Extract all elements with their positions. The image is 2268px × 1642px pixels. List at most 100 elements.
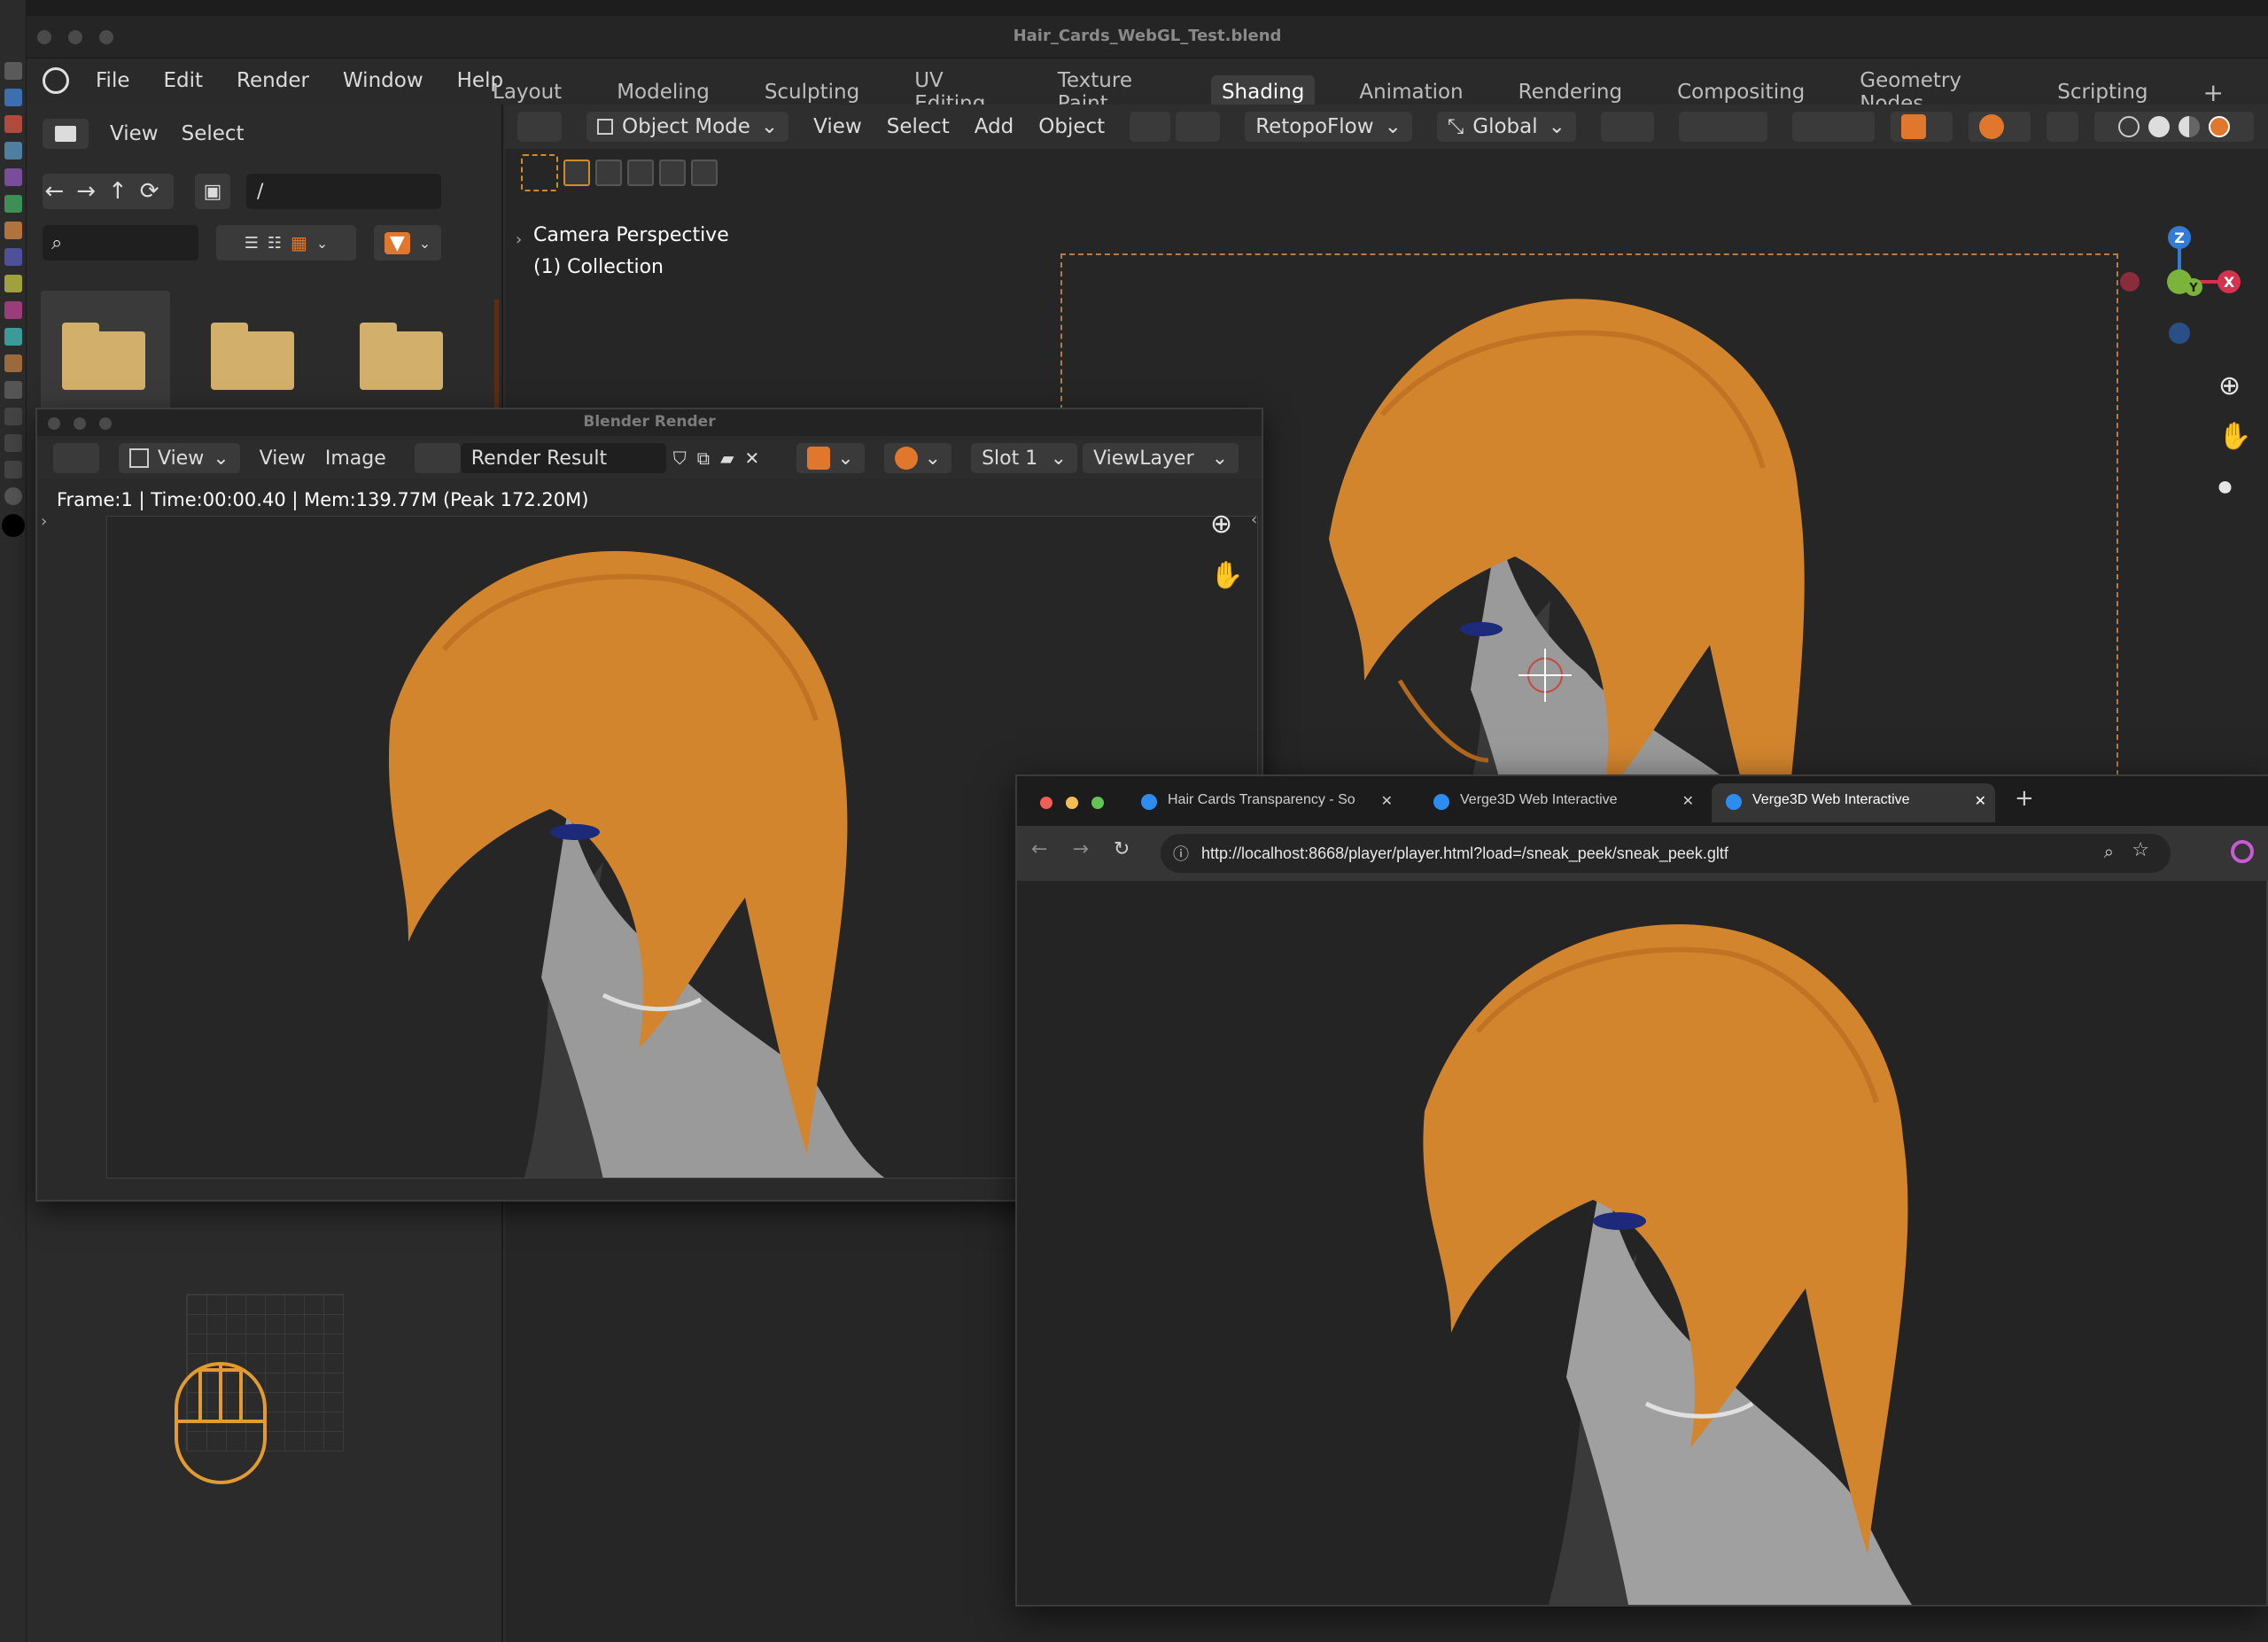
open-folder-icon[interactable]: ▰ [720,447,734,469]
rendered-shading-icon[interactable] [2209,116,2230,137]
rw-menu-view[interactable]: View [260,447,306,470]
close-tab-icon[interactable]: ✕ [1975,792,1986,810]
vp-menu-view[interactable]: View [813,115,862,138]
text-tool-icon[interactable] [4,434,22,452]
inflate-tool-icon[interactable] [4,328,22,346]
blender-logo-icon[interactable] [43,67,69,94]
close-icon[interactable]: ✕ [744,447,759,469]
menu-render[interactable]: Render [237,69,309,92]
browser-tab-active[interactable]: Verge3D Web Interactive ✕ [1712,783,1995,822]
filter-button[interactable]: ▼ ⌄ [374,225,441,261]
forward-arrow-icon[interactable]: → [1072,838,1088,860]
vp-menu-select[interactable]: Select [887,115,950,138]
browser-tab[interactable]: Verge3D Web Interactive ✕ [1419,783,1703,822]
mode-dropdown[interactable]: Object Mode ⌄ [586,112,789,142]
select-extend-icon[interactable] [595,160,622,186]
brush-tool-icon[interactable] [4,115,22,133]
forward-arrow-icon[interactable]: → [76,178,108,205]
folder-icon[interactable] [62,323,145,390]
pan-hand-icon[interactable]: ✋ [2218,421,2251,452]
image-name-field[interactable]: Render Result [460,443,666,473]
verge3d-canvas[interactable] [1017,881,2266,1605]
zoom-icon[interactable]: ⊕ [1210,509,1232,540]
camera-view-icon[interactable]: ⏺ [2218,471,2251,502]
pinch-tool-icon[interactable] [4,354,22,372]
folder-icon[interactable] [211,323,294,390]
gizmo-toggle[interactable] [1891,112,1953,142]
hand-tool-icon[interactable] [4,62,22,80]
paint-tool-icon[interactable] [4,168,22,186]
menu-edit[interactable]: Edit [164,69,204,92]
viewport-editor-type-dropdown[interactable] [517,112,562,142]
fb-menu-view[interactable]: View [110,122,159,145]
overlay-toggle[interactable]: ⌄ [883,443,952,473]
new-folder-icon[interactable]: ▣ [195,174,230,209]
folder-icon[interactable] [360,323,443,390]
select-intersect-icon[interactable] [691,160,718,186]
snapping-toggle[interactable] [1678,112,1767,142]
chevron-down-icon[interactable]: ⌄ [316,235,328,252]
fb-search-input[interactable]: ⌕ [43,225,198,261]
list-view-icon[interactable]: ☰ [245,234,259,253]
solid-shading-icon[interactable] [2148,116,2170,137]
select-invert-icon[interactable] [659,160,686,186]
close-tab-icon[interactable]: ✕ [1381,792,1393,810]
overlay-toggle[interactable] [1969,112,2031,142]
xray-toggle[interactable] [2047,112,2078,142]
close-window-button[interactable] [1040,797,1052,809]
zoom-window-button[interactable] [1091,797,1105,809]
back-arrow-icon[interactable]: ← [1031,838,1047,860]
snap-dropdown[interactable] [1130,112,1171,142]
chevron-right-icon[interactable]: › [516,230,522,249]
material-shading-icon[interactable] [2179,116,2200,137]
slot-dropdown[interactable]: Slot 1 ⌄ [971,443,1078,473]
path-field[interactable]: / [246,174,441,209]
chevron-right-icon[interactable]: › [41,512,47,531]
gizmo-toggle[interactable]: ⌄ [796,443,865,473]
thumbnail-view-icon[interactable]: ▦ [291,232,307,253]
bookmark-star-icon[interactable]: ☆ [2132,839,2149,861]
wireframe-shading-icon[interactable] [2118,116,2140,137]
mask-tool-icon[interactable] [4,301,22,319]
pan-hand-icon[interactable]: ✋ [1210,560,1243,591]
cursor-tool-icon[interactable] [4,89,22,106]
proportional-dropdown[interactable] [1176,112,1221,142]
select-subtract-icon[interactable] [627,160,654,186]
search-tool-icon[interactable] [4,487,22,505]
browser-tab[interactable]: Hair Cards Transparency - So ✕ [1127,783,1402,822]
detail-view-icon[interactable]: ☷ [268,234,282,253]
navigation-gizmo[interactable]: Z X Y [2117,220,2250,353]
select-tool-icon[interactable] [4,381,22,399]
vp-menu-add[interactable]: Add [975,115,1014,138]
pivot-dropdown[interactable] [1600,112,1654,142]
view-mode-dropdown[interactable]: View ⌄ [119,443,240,473]
close-tab-icon[interactable]: ✕ [1682,792,1694,810]
minimize-window-button[interactable] [1066,797,1079,809]
orientation-dropdown[interactable]: ⤡ Global ⌄ [1436,112,1576,142]
select-tool-button[interactable] [521,154,558,191]
chevron-left-icon[interactable]: ‹ [1251,510,1257,529]
color-swatch-icon[interactable] [2,514,25,537]
fake-user-shield-icon[interactable]: ⛉ [673,447,687,469]
smooth-tool-icon[interactable] [4,222,22,239]
extension-icon[interactable] [2231,840,2254,863]
fb-menu-select[interactable]: Select [182,122,245,145]
editor-type-dropdown[interactable] [43,119,89,149]
duplicate-icon[interactable]: ⧉ [697,447,710,469]
transform-tool-icon[interactable] [4,142,22,160]
visibility-dropdown[interactable] [1825,112,1875,142]
site-info-icon[interactable]: ⓘ [1173,842,1189,865]
menu-file[interactable]: File [96,69,130,92]
grab-tool-icon[interactable] [4,195,22,213]
draw-tool-icon[interactable] [4,248,22,266]
view-layer-dropdown[interactable]: ViewLayer ⌄ [1083,443,1239,473]
clay-tool-icon[interactable] [4,275,22,292]
reload-icon[interactable]: ↻ [1114,838,1130,860]
rw-menu-image[interactable]: Image [325,447,386,470]
back-arrow-icon[interactable]: ← [44,178,76,205]
box-tool-icon[interactable] [4,408,22,425]
zoom-icon[interactable]: ⊕ [2218,370,2251,401]
address-bar[interactable]: ⓘ http://localhost:8668/player/player.ht… [1161,834,2171,873]
grid-tool-icon[interactable] [4,461,22,479]
new-tab-button[interactable]: + [2015,785,2034,812]
